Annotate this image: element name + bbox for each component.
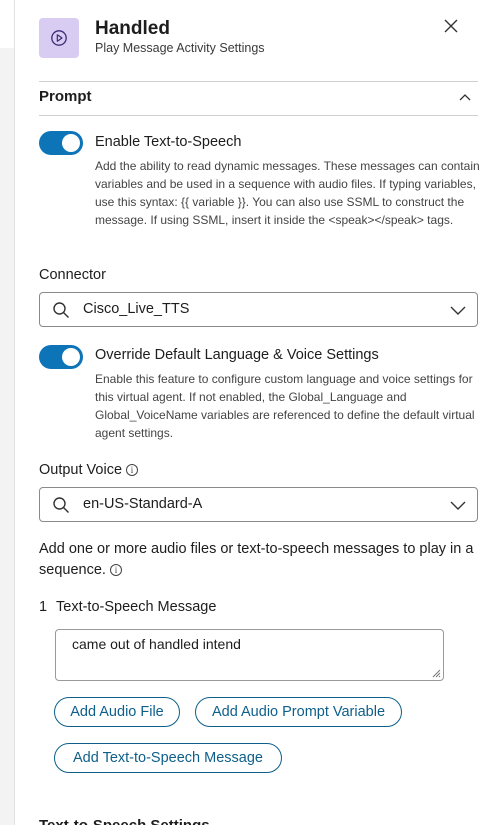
add-tts-message-button[interactable]: Add Text-to-Speech Message [54,743,282,773]
chevron-down-icon [450,501,466,510]
collapse-section-button[interactable] [456,88,474,106]
info-icon[interactable]: i [109,564,122,576]
connector-select[interactable]: Cisco_Live_TTS [39,292,478,327]
override-voice-label: Override Default Language & Voice Settin… [95,347,379,363]
connector-value: Cisco_Live_TTS [83,301,190,317]
chevron-down-icon [450,306,466,315]
tts-message-text: came out of handled intend [72,636,241,652]
add-audio-prompt-variable-button[interactable]: Add Audio Prompt Variable [195,697,402,727]
section-title-tts-settings: Text-to-Speech Settings [39,817,210,825]
section-divider [39,115,478,116]
info-icon[interactable]: i [126,464,139,476]
enable-tts-help: Add the ability to read dynamic messages… [95,159,480,227]
play-circle-icon [51,30,67,46]
output-voice-value: en-US-Standard-A [83,496,203,512]
step-title: Text-to-Speech Message [56,599,217,615]
output-voice-select[interactable]: en-US-Standard-A [39,487,478,522]
add-audio-file-button[interactable]: Add Audio File [54,697,180,727]
resize-grip-icon[interactable] [431,668,441,678]
override-voice-help: Enable this feature to configure custom … [95,372,475,440]
close-button[interactable] [440,15,462,37]
section-title-prompt: Prompt [39,88,92,105]
chevron-up-icon [459,94,471,101]
search-icon [53,302,69,318]
panel-subtitle: Play Message Activity Settings [95,41,265,55]
close-icon [444,19,458,33]
activity-icon-badge [39,18,79,58]
step-number: 1 [39,599,48,615]
override-voice-toggle[interactable] [39,345,83,369]
settings-panel: Handled Play Message Activity Settings P… [16,0,493,825]
tts-message-textarea[interactable]: came out of handled intend [55,629,444,681]
canvas-background [0,0,15,825]
enable-tts-label: Enable Text-to-Speech [95,134,242,150]
enable-tts-toggle[interactable] [39,131,83,155]
panel-title: Handled [95,18,170,39]
header-divider [39,81,478,82]
output-voice-label: Output Voice i [39,462,139,478]
search-icon [53,497,69,513]
sequence-description: Add one or more audio files or text-to-s… [39,541,474,578]
connector-label: Connector [39,267,106,283]
